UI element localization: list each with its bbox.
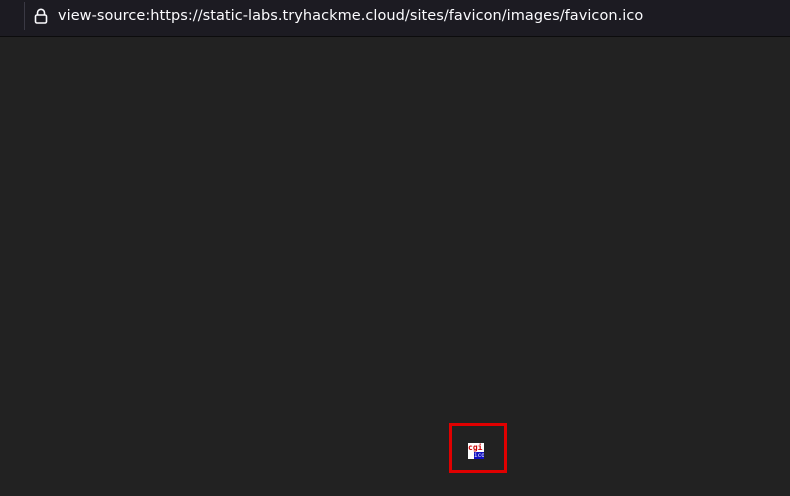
browser-toolbar: view-source:https://static-labs.tryhackm…	[0, 0, 790, 37]
page-content	[0, 37, 790, 496]
address-bar[interactable]: view-source:https://static-labs.tryhackm…	[24, 2, 790, 30]
favicon-image: cgi ico	[468, 443, 484, 459]
favicon-bottom-text: ico	[474, 452, 484, 459]
address-bar-url[interactable]: view-source:https://static-labs.tryhackm…	[58, 7, 643, 25]
lock-icon[interactable]	[34, 8, 48, 24]
favicon-top-text: cgi	[468, 443, 483, 452]
